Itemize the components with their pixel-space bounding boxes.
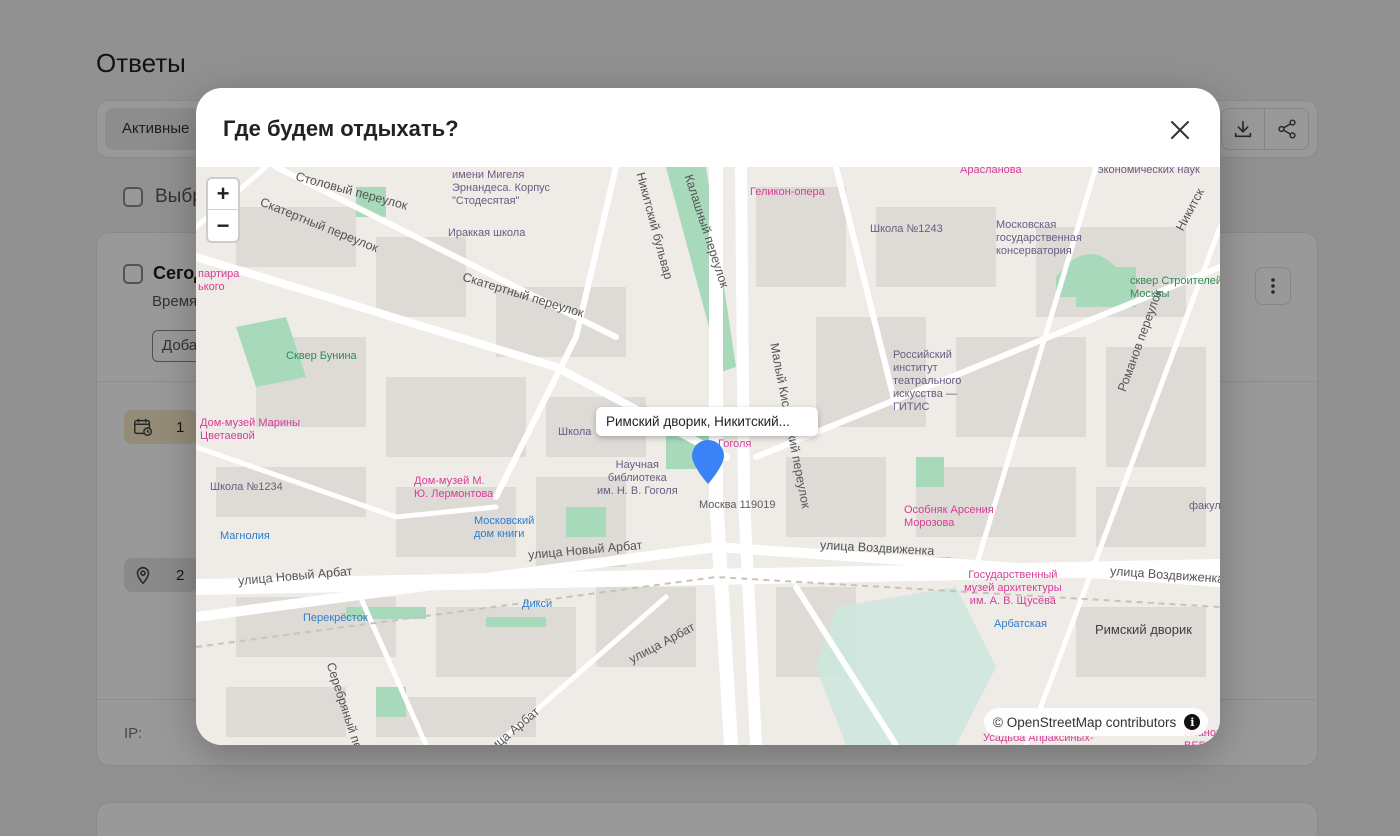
map-label: партира ького <box>198 268 240 293</box>
map-label: Римский дворик <box>1095 622 1192 637</box>
map-marker-icon[interactable] <box>692 440 724 484</box>
map-label: Московская государственная консерватория <box>996 219 1082 257</box>
map-label: сквер Строителей Москвы <box>1130 275 1220 300</box>
map-label: Российский институт театрального искусст… <box>893 349 962 413</box>
map-label: Дикси <box>522 598 553 610</box>
modal-title: Где будем отдыхать? <box>223 116 459 141</box>
map-label: Особняк Арсения Морозова <box>904 504 994 529</box>
map-label: Москва 119019 <box>699 499 776 511</box>
attribution-text[interactable]: © OpenStreetMap contributors <box>993 715 1176 730</box>
map-label: Ираккая школа <box>448 227 526 239</box>
map-label: Государственный музей архитектуры им. А.… <box>964 569 1062 607</box>
map-attribution: © OpenStreetMap contributors i <box>984 708 1209 736</box>
map-label: Дом-музей М. Ю. Лермонтова <box>414 475 494 500</box>
map-modal: Где будем отдыхать? Столовый переулок им… <box>196 88 1220 745</box>
map-label: Школа №1243 <box>870 223 943 235</box>
map-label: экономических наук <box>1098 167 1200 176</box>
map-label: Московский дом книги <box>474 515 535 540</box>
map-label: Геликон-опера <box>750 186 825 198</box>
zoom-in-button[interactable]: + <box>208 179 238 210</box>
modal-close-button[interactable] <box>1164 114 1196 146</box>
map-label: Сквер Бунина <box>286 350 357 362</box>
zoom-control: + − <box>206 177 240 243</box>
map-label: Научная библиотека им. Н. В. Гоголя <box>597 459 678 497</box>
map-label: Перекрёсток <box>303 612 368 624</box>
map-label: имени Мигеля Эрнандеса. Корпус "Стодесят… <box>452 169 551 207</box>
map-label: Школа <box>558 426 592 438</box>
zoom-out-button[interactable]: − <box>208 210 238 241</box>
map-label: Школа №1234 <box>210 481 283 493</box>
map[interactable]: Столовый переулок имени Мигеля Эрнандеса… <box>196 167 1220 745</box>
map-label: Дом-музей Марины Цветаевой <box>200 417 300 442</box>
map-label: факул <box>1189 500 1220 512</box>
info-icon[interactable]: i <box>1184 714 1201 730</box>
map-label: Арбатская <box>994 618 1047 630</box>
map-label: Магнолия <box>220 530 270 542</box>
map-label: Арасланова <box>960 167 1022 176</box>
map-popup[interactable]: Римский дворик, Никитский... <box>596 407 818 436</box>
close-icon <box>1171 121 1189 139</box>
